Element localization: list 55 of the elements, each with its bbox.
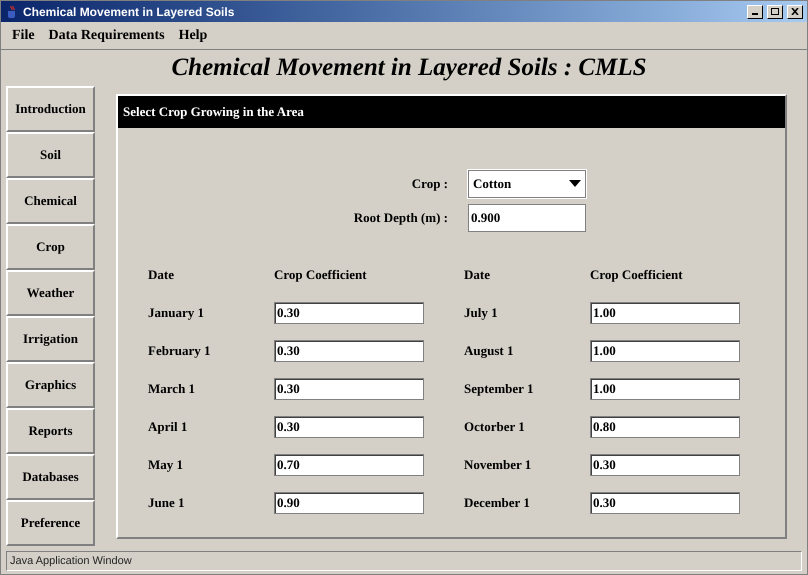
column-header: Crop Coefficient <box>274 266 368 284</box>
app-heading: Chemical Movement in Layered Soils : CMLS <box>170 52 646 83</box>
root-depth-field[interactable]: 0.900 <box>468 204 586 232</box>
coefficient-field[interactable]: 1.00 <box>590 340 740 362</box>
dropdown-arrow-icon <box>569 180 581 188</box>
column-header: Crop Coefficient <box>590 266 684 284</box>
date-label: June 1 <box>148 494 186 512</box>
sidebar-button[interactable]: Weather <box>6 270 95 316</box>
menu-item[interactable]: Data Requirements <box>48 24 165 46</box>
column-header: Date <box>148 266 175 284</box>
coefficient-field[interactable]: 0.70 <box>274 454 424 476</box>
close-button[interactable] <box>787 4 803 19</box>
menu-item[interactable]: File <box>12 24 35 46</box>
coefficient-field[interactable]: 1.00 <box>590 302 740 324</box>
menu-item[interactable]: Help <box>178 24 208 46</box>
coefficient-field[interactable]: 0.80 <box>590 416 740 438</box>
sidebar-button[interactable]: Reports <box>6 408 95 454</box>
date-label: November 1 <box>464 456 532 474</box>
close-icon <box>791 8 799 16</box>
coefficient-field[interactable]: 0.30 <box>274 302 424 324</box>
coefficient-field[interactable]: 0.30 <box>590 454 740 476</box>
maximize-icon <box>771 8 779 16</box>
date-label: December 1 <box>464 494 531 512</box>
date-label: Octorber 1 <box>464 418 526 436</box>
coefficient-field[interactable]: 0.30 <box>590 492 740 514</box>
date-label: May 1 <box>148 456 184 474</box>
coefficient-field[interactable]: 0.30 <box>274 378 424 400</box>
maximize-button[interactable] <box>767 4 783 19</box>
coefficient-field[interactable]: 0.90 <box>274 492 424 514</box>
date-label: August 1 <box>464 342 514 360</box>
coefficient-field[interactable]: 0.30 <box>274 416 424 438</box>
date-label: September 1 <box>464 380 534 398</box>
root-depth-label: Root Depth (m) : <box>352 208 448 227</box>
crop-dropdown[interactable]: Cotton <box>468 170 586 198</box>
panel-header: Select Crop Growing in the Area <box>118 96 785 128</box>
sidebar-button[interactable]: Introduction <box>6 86 95 132</box>
date-label: April 1 <box>148 418 188 436</box>
window-title: Chemical Movement in Layered Soils <box>23 4 236 21</box>
crop-label: Crop : <box>410 174 448 193</box>
date-label: February 1 <box>148 342 212 360</box>
sidebar-button[interactable]: Preference <box>6 500 95 546</box>
column-header: Date <box>464 266 491 284</box>
minimize-button[interactable] <box>747 4 763 19</box>
sidebar-button[interactable]: Graphics <box>6 362 95 408</box>
date-label: January 1 <box>148 304 205 322</box>
sidebar-button[interactable]: Databases <box>6 454 95 500</box>
sidebar-button[interactable]: Crop <box>6 224 95 270</box>
sidebar-button[interactable]: Chemical <box>6 178 95 224</box>
coefficient-field[interactable]: 1.00 <box>590 378 740 400</box>
status-bar: Java Application Window <box>6 550 802 571</box>
coefficient-field[interactable]: 0.30 <box>274 340 424 362</box>
date-label: July 1 <box>464 304 499 322</box>
sidebar-button[interactable]: Soil <box>6 132 95 178</box>
sidebar-button[interactable]: Irrigation <box>6 316 95 362</box>
date-label: March 1 <box>148 380 196 398</box>
